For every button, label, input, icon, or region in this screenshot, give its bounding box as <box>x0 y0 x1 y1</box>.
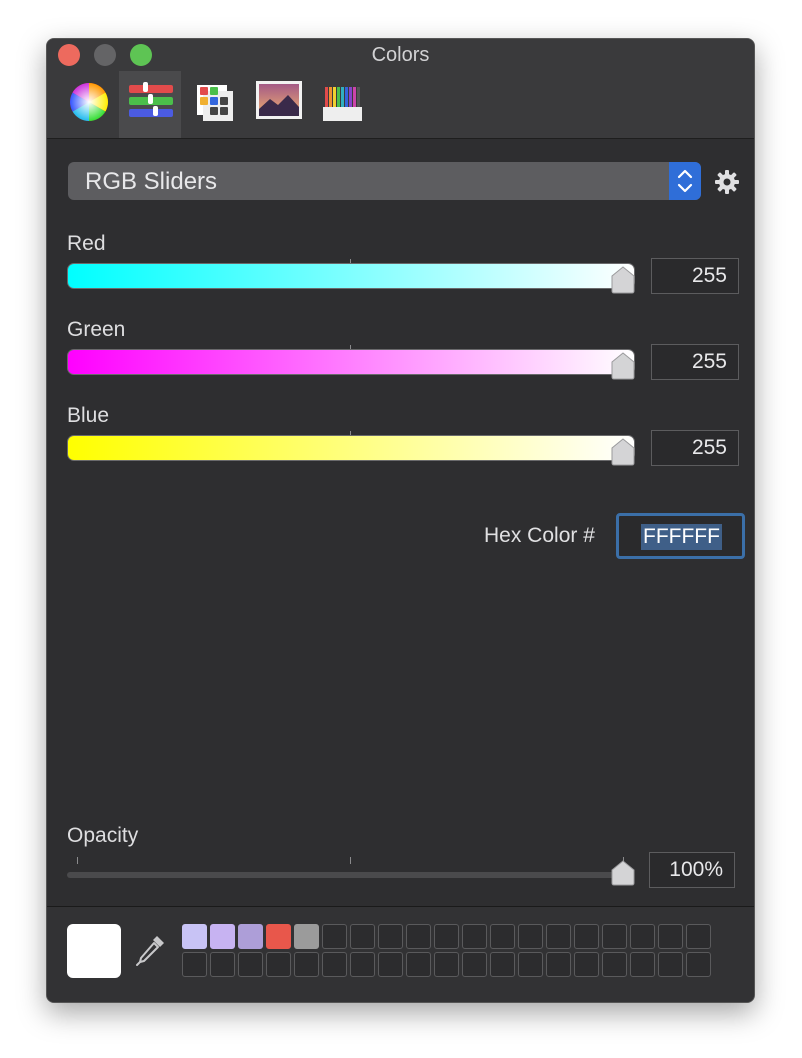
swatch-cell[interactable] <box>294 952 319 977</box>
red-slider-thumb[interactable] <box>611 266 635 294</box>
swatch-cell[interactable] <box>378 924 403 949</box>
tab-color-palettes[interactable] <box>184 71 246 138</box>
swatch-cell[interactable] <box>630 952 655 977</box>
eyedropper-icon[interactable] <box>135 933 167 967</box>
green-value-field[interactable]: 255 <box>651 344 739 380</box>
swatch-cell[interactable] <box>406 952 431 977</box>
swatch-cell[interactable] <box>462 952 487 977</box>
swatch-cell[interactable] <box>686 952 711 977</box>
swatch-cell[interactable] <box>574 952 599 977</box>
swatch-cell[interactable] <box>210 952 235 977</box>
opacity-value-field[interactable]: 100% <box>649 852 735 888</box>
tab-color-sliders[interactable] <box>119 71 181 138</box>
blue-value-field[interactable]: 255 <box>651 430 739 466</box>
green-label: Green <box>67 318 126 341</box>
opacity-label: Opacity <box>67 824 139 847</box>
swatch-cell[interactable] <box>238 952 263 977</box>
swatch-cell[interactable] <box>294 924 319 949</box>
popup-stepper[interactable] <box>669 162 701 200</box>
opacity-slider[interactable] <box>67 872 627 878</box>
opacity-tick <box>350 857 351 864</box>
blue-label: Blue <box>67 404 110 427</box>
swatch-cell[interactable] <box>658 952 683 977</box>
title-bar: Colors <box>47 39 754 139</box>
window-title: Colors <box>371 44 430 66</box>
swatch-cell[interactable] <box>546 952 571 977</box>
swatch-cell[interactable] <box>238 924 263 949</box>
tab-color-wheel[interactable] <box>59 71 121 138</box>
opacity-slider-thumb[interactable] <box>611 860 635 886</box>
swatch-cell[interactable] <box>518 924 543 949</box>
green-slider[interactable] <box>67 349 635 375</box>
red-value-field[interactable]: 255 <box>651 258 739 294</box>
swatch-cell[interactable] <box>434 924 459 949</box>
swatch-cell[interactable] <box>350 924 375 949</box>
tab-pencils[interactable] <box>312 71 374 138</box>
swatch-cell[interactable] <box>574 924 599 949</box>
red-label: Red <box>67 232 106 255</box>
blue-slider[interactable] <box>67 435 635 461</box>
swatch-bar <box>47 907 754 1002</box>
swatch-cell[interactable] <box>350 952 375 977</box>
swatch-cell[interactable] <box>518 952 543 977</box>
opacity-tick <box>77 857 78 864</box>
swatch-cell[interactable] <box>490 924 515 949</box>
swatch-cell[interactable] <box>434 952 459 977</box>
swatch-cell[interactable] <box>462 924 487 949</box>
swatch-cell[interactable] <box>266 924 291 949</box>
red-slider[interactable] <box>67 263 635 289</box>
swatch-cell[interactable] <box>322 924 347 949</box>
swatch-cell[interactable] <box>546 924 571 949</box>
palette-grid-icon <box>197 85 233 121</box>
pencils-icon <box>323 87 362 121</box>
swatch-cell[interactable] <box>406 924 431 949</box>
current-color-well[interactable] <box>67 924 121 978</box>
swatch-cell[interactable] <box>322 952 347 977</box>
swatch-cell[interactable] <box>490 952 515 977</box>
swatch-cell[interactable] <box>602 924 627 949</box>
hex-color-value: FFFFFF <box>641 524 722 550</box>
swatch-cell[interactable] <box>266 952 291 977</box>
color-wheel-icon <box>70 83 108 121</box>
swatch-cell[interactable] <box>210 924 235 949</box>
hex-color-field[interactable]: FFFFFF <box>616 513 745 559</box>
swatch-cell[interactable] <box>182 924 207 949</box>
mode-popup[interactable]: RGB Sliders <box>68 162 701 200</box>
swatch-cell[interactable] <box>630 924 655 949</box>
colors-window: Colors RGB Sliders Red 255 Green 255 Blu… <box>46 38 755 1003</box>
chevron-updown-icon <box>677 169 693 193</box>
swatch-cell[interactable] <box>602 952 627 977</box>
blue-slider-thumb[interactable] <box>611 438 635 466</box>
green-slider-thumb[interactable] <box>611 352 635 380</box>
swatch-cell[interactable] <box>182 952 207 977</box>
hex-color-label: Hex Color # <box>484 524 595 547</box>
tab-image-palettes[interactable] <box>247 71 309 138</box>
swatch-cell[interactable] <box>378 952 403 977</box>
image-icon <box>256 81 302 119</box>
sliders-icon <box>129 82 173 117</box>
gear-icon[interactable] <box>714 169 740 195</box>
swatch-cell[interactable] <box>658 924 683 949</box>
swatch-cell[interactable] <box>686 924 711 949</box>
mode-popup-label: RGB Sliders <box>85 168 218 195</box>
